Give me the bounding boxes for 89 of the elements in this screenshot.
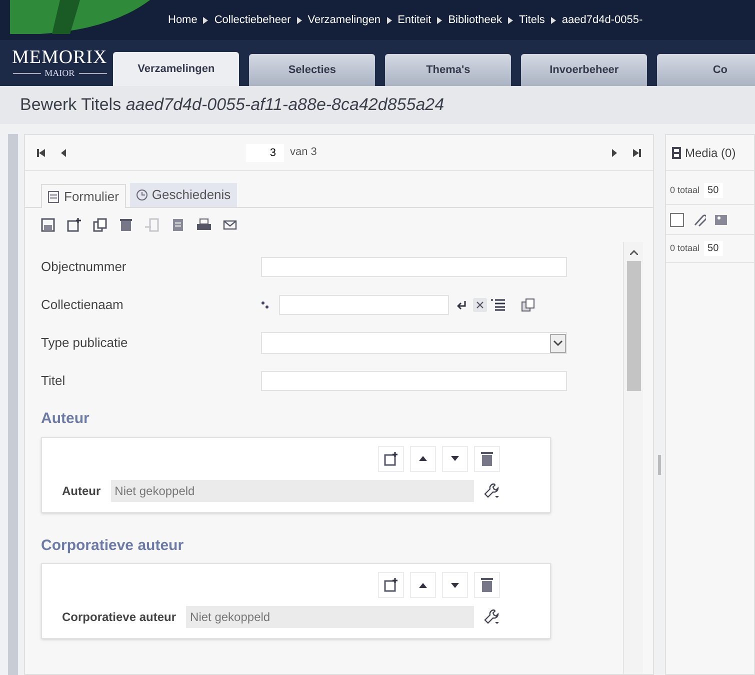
new-document-icon	[382, 576, 400, 594]
nav-tab[interactable]: Thema's	[385, 54, 512, 86]
form-icon	[48, 190, 60, 202]
scrollbar-thumb[interactable]	[626, 261, 640, 391]
trash-icon	[478, 450, 496, 468]
action-button[interactable]	[378, 446, 404, 472]
clock-icon	[136, 189, 148, 201]
wrench-icon[interactable]	[484, 609, 500, 625]
action-button[interactable]	[474, 572, 500, 598]
save-icon[interactable]	[41, 218, 55, 232]
link-field: Niet gekoppeld	[186, 606, 474, 628]
breadcrumb-link[interactable]: Entiteit	[398, 12, 432, 28]
field-label: Type publicatie	[41, 334, 129, 352]
lookup-field[interactable]	[279, 295, 449, 315]
action-button[interactable]	[378, 572, 404, 598]
link-field: Niet gekoppeld	[110, 480, 474, 502]
action-button[interactable]	[410, 572, 436, 598]
logo-subtext: MAIOR	[44, 68, 75, 78]
page-total: van 3	[290, 145, 317, 160]
field-label: Auteur	[62, 482, 101, 500]
breadcrumb-link[interactable]: Bibliotheek	[448, 12, 502, 28]
page-title: Bewerk Titels aaed7d4d-0055-af11-a88e-8ca42d855a24	[20, 94, 444, 116]
note-icon[interactable]	[171, 218, 185, 232]
wrench-icon[interactable]	[484, 482, 500, 498]
field-label: Titel	[41, 372, 66, 390]
chevron-right-icon	[437, 16, 442, 24]
breadcrumb-link[interactable]: aaed7d4d-0055-	[562, 12, 643, 28]
image-icon[interactable]	[714, 212, 728, 226]
first-page-icon[interactable]	[37, 148, 45, 156]
action-button[interactable]	[474, 446, 500, 472]
new-document-icon	[382, 450, 400, 468]
caret-up-icon	[419, 456, 427, 461]
total-count: 0 totaal	[670, 184, 700, 197]
enter-icon[interactable]	[457, 300, 467, 310]
page-input[interactable]: 3	[246, 144, 284, 162]
logo-text: MEMORIX	[12, 48, 108, 68]
breadcrumb-link[interactable]: Titels	[519, 12, 545, 28]
action-button[interactable]	[442, 446, 468, 472]
nav-tab[interactable]: Selecties	[249, 54, 376, 86]
caret-up-icon	[419, 582, 427, 588]
envelope-icon[interactable]	[223, 218, 237, 232]
chevron-right-icon	[203, 16, 208, 24]
next-page-icon[interactable]	[612, 148, 617, 156]
resize-handle-icon[interactable]	[658, 454, 661, 474]
select-field[interactable]	[261, 332, 567, 354]
last-page-icon[interactable]	[633, 148, 641, 156]
field-label: Objectnummer	[41, 258, 128, 276]
nav-tab[interactable]: Co	[657, 54, 755, 86]
new-document-icon[interactable]	[67, 218, 81, 232]
section-heading: Auteur	[41, 409, 90, 429]
nav-tab[interactable]: Invoerbeheer	[521, 54, 648, 86]
chevron-right-icon	[508, 16, 514, 24]
field-label: Corporatieve auteur	[62, 609, 176, 626]
page-size-field[interactable]: 50	[704, 241, 723, 256]
scrollbar[interactable]	[623, 242, 643, 674]
copy-icon[interactable]	[521, 298, 535, 312]
caret-down-icon	[451, 456, 459, 461]
caret-down-icon	[451, 582, 459, 588]
section-heading: Corporatieve auteur	[41, 536, 185, 556]
chevron-right-icon	[386, 16, 392, 24]
previous-page-icon[interactable]	[61, 148, 66, 156]
checkbox-icon[interactable]	[670, 212, 684, 226]
link-icon	[261, 301, 269, 309]
chevron-right-icon	[550, 16, 556, 24]
list-icon[interactable]	[491, 299, 505, 311]
nav-tab[interactable]: Verzamelingen	[113, 52, 240, 86]
chevron-right-icon	[296, 16, 302, 24]
trash-icon[interactable]	[119, 218, 133, 232]
form-tab[interactable]: Formulier	[41, 184, 126, 208]
action-button[interactable]	[442, 572, 468, 598]
breadcrumb-link[interactable]: Collectiebeheer	[214, 12, 291, 28]
printer-icon[interactable]	[197, 218, 211, 232]
breadcrumb-link[interactable]: Verzamelingen	[308, 12, 381, 28]
text-field[interactable]	[261, 257, 567, 277]
film-icon	[672, 146, 681, 158]
copy-icon[interactable]	[93, 218, 107, 232]
scroll-up-icon[interactable]	[630, 250, 638, 255]
text-field[interactable]	[261, 371, 567, 391]
form-tab[interactable]: Geschiedenis	[130, 183, 237, 207]
action-button[interactable]	[410, 446, 436, 472]
panel-title: Media (0)	[685, 144, 736, 162]
field-label: Collectienaam	[41, 296, 124, 314]
page-size-field[interactable]: 50	[704, 183, 723, 198]
trash-icon	[478, 576, 496, 594]
clear-icon[interactable]	[473, 298, 487, 312]
breadcrumb-link[interactable]: Home	[168, 12, 198, 28]
chevron-down-icon	[550, 333, 566, 353]
total-count: 0 totaal	[670, 242, 700, 255]
paperclip-icon[interactable]	[692, 212, 706, 226]
